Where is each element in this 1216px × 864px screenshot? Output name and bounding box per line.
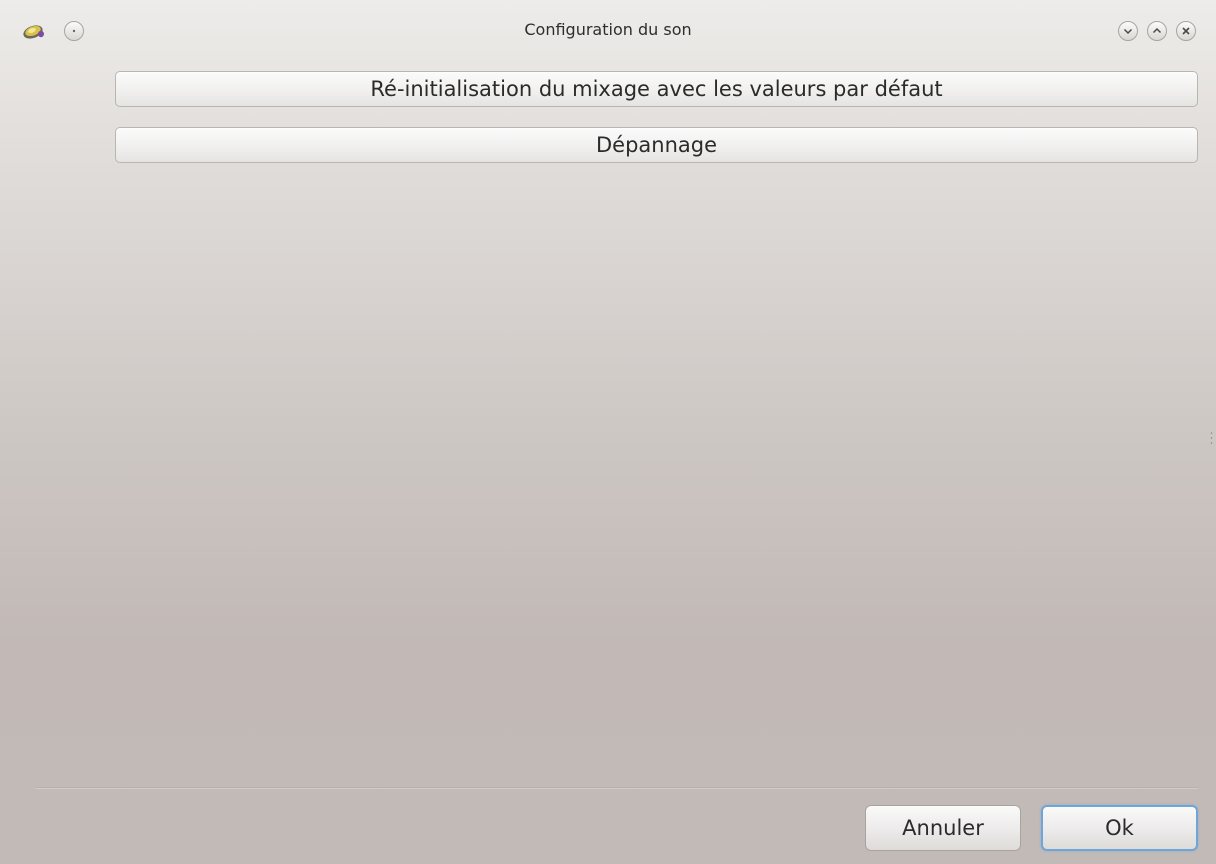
ok-button[interactable]: Ok [1041, 805, 1198, 851]
splitter-grip[interactable] [1210, 430, 1213, 446]
window-title: Configuration du son [524, 20, 692, 39]
minimize-icon[interactable] [1118, 21, 1138, 41]
reset-mixer-button[interactable]: Ré-initialisation du mixage avec les val… [115, 71, 1198, 107]
cancel-button[interactable]: Annuler [865, 805, 1021, 851]
close-icon[interactable] [1176, 21, 1196, 41]
sound-configuration-window: Configuration du son Ré-initialisation d… [0, 0, 1216, 864]
title-bar[interactable]: Configuration du son [0, 0, 1216, 62]
maximize-icon[interactable] [1147, 21, 1167, 41]
troubleshoot-button[interactable]: Dépannage [115, 127, 1198, 163]
footer-separator [35, 787, 1198, 789]
